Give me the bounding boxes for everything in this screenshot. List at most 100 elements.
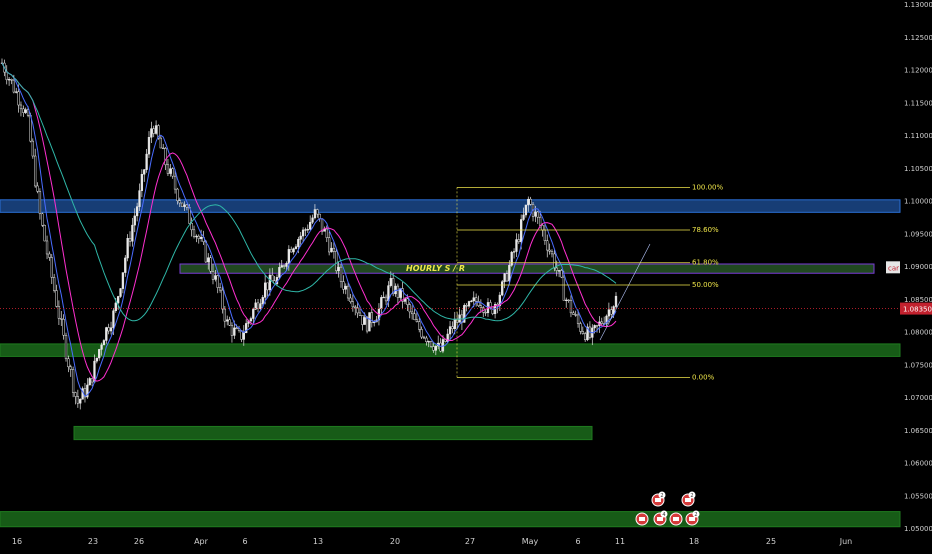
candle-body: [541, 224, 544, 231]
candle-body: [451, 326, 454, 329]
candle-body: [501, 281, 504, 296]
candle-body: [114, 302, 117, 312]
candle-body: [574, 314, 577, 316]
candlestick-chart[interactable]: 100.00%78.60%61.80%50.00%0.00% 1.130001.…: [0, 0, 932, 550]
candle-body: [396, 285, 400, 298]
zones-layer: [0, 199, 901, 528]
ma-mid-line: [1, 62, 617, 382]
candle-body: [249, 318, 253, 322]
candle-body: [318, 213, 321, 219]
candle-body: [79, 399, 82, 404]
candle-body: [204, 241, 208, 263]
candle-body: [313, 209, 317, 219]
candle-body: [349, 297, 352, 302]
candle-body: [131, 224, 134, 242]
time-tick-label: Apr: [194, 537, 209, 546]
candle-body: [173, 175, 177, 190]
price-tick-label: 1.07000: [904, 394, 932, 402]
candle-body: [434, 345, 437, 351]
candle-body: [425, 337, 428, 342]
candle-body: [297, 239, 300, 247]
candle-body: [211, 271, 215, 280]
candle-body: [316, 209, 319, 215]
candle-body: [527, 198, 530, 206]
time-tick-label: May: [522, 537, 539, 546]
event-flag-icon: [669, 512, 683, 526]
candle-body: [252, 309, 255, 319]
candle-body: [520, 219, 523, 243]
time-tick-label: Jun: [839, 537, 853, 546]
candle-body: [474, 297, 478, 302]
candle-body: [164, 148, 167, 166]
event-flag-stripe: [673, 517, 679, 521]
candle-body: [282, 265, 286, 267]
candle-body: [41, 213, 44, 226]
candle-body: [10, 79, 13, 81]
candle-body: [223, 308, 226, 322]
candle-body: [159, 137, 162, 149]
candle-body: [109, 327, 113, 332]
candle-body: [133, 215, 136, 226]
candle-body: [389, 278, 392, 286]
price-tick-label: 1.08000: [904, 329, 932, 337]
candle-body: [181, 202, 184, 207]
time-tick-label: 6: [242, 537, 247, 546]
candle-body: [543, 229, 547, 241]
candle-body: [226, 319, 229, 322]
candle-body: [242, 332, 245, 340]
candle-body: [88, 378, 91, 386]
candle-body: [555, 267, 558, 271]
candle-body: [508, 264, 511, 282]
chart-area[interactable]: 100.00% 78.60% 61.80% 50.00% 0.00% 1.13000 1.…: [0, 0, 932, 550]
candle-body: [328, 237, 331, 253]
candle-body: [342, 281, 345, 290]
candle-body: [581, 331, 584, 334]
candle-body: [207, 257, 210, 263]
candle-body: [344, 285, 347, 290]
time-axis[interactable]: 16 23 26 Apr 6 13 20 27 May 6 11 18 25 Jun: [12, 537, 852, 546]
price-tick-label: 1.11000: [904, 132, 932, 140]
candle-body: [422, 336, 426, 339]
price-tick-label: 1.05000: [904, 525, 932, 533]
candle-body: [610, 309, 613, 315]
candle-body: [365, 317, 369, 332]
candle-body: [562, 276, 565, 301]
candle-body: [199, 236, 203, 239]
candle-body: [256, 302, 260, 309]
candle-body: [176, 188, 179, 201]
candle-body: [192, 229, 196, 237]
candle-body: [441, 339, 445, 352]
candle-body: [36, 185, 39, 192]
candle-body: [406, 298, 409, 305]
symbol-tag: car: [888, 264, 899, 272]
candle-body: [221, 289, 224, 310]
candle-body: [579, 323, 582, 332]
candle-body: [415, 319, 419, 322]
price-axis[interactable]: 1.13000 1.12500 1.12000 1.11500 1.11000 1.105…: [904, 1, 932, 533]
price-tick-label: 1.06500: [904, 427, 932, 435]
candle-body: [399, 288, 402, 298]
current-price-value: 1.08350: [903, 306, 932, 314]
candle-body: [325, 228, 328, 238]
candle-body: [301, 229, 305, 237]
candle-body: [332, 247, 336, 252]
candle-body: [154, 125, 158, 134]
candle-body: [95, 357, 98, 362]
candle-body: [290, 249, 293, 253]
candle-body: [67, 358, 70, 368]
candle-body: [162, 147, 165, 150]
candle-body: [479, 305, 483, 308]
candle-body: [100, 344, 103, 350]
candle-body: [34, 155, 37, 187]
candle-body: [429, 341, 433, 347]
candle-body: [117, 296, 120, 304]
candle-body: [263, 282, 267, 298]
candle-body: [64, 334, 68, 360]
time-tick-label: 26: [134, 537, 144, 546]
candle-body: [358, 312, 362, 316]
candle-body: [107, 327, 110, 332]
price-tick-label: 1.09500: [904, 230, 932, 238]
candle-body: [576, 314, 580, 324]
candle-body: [593, 325, 596, 329]
time-tick-label: 18: [689, 537, 699, 546]
